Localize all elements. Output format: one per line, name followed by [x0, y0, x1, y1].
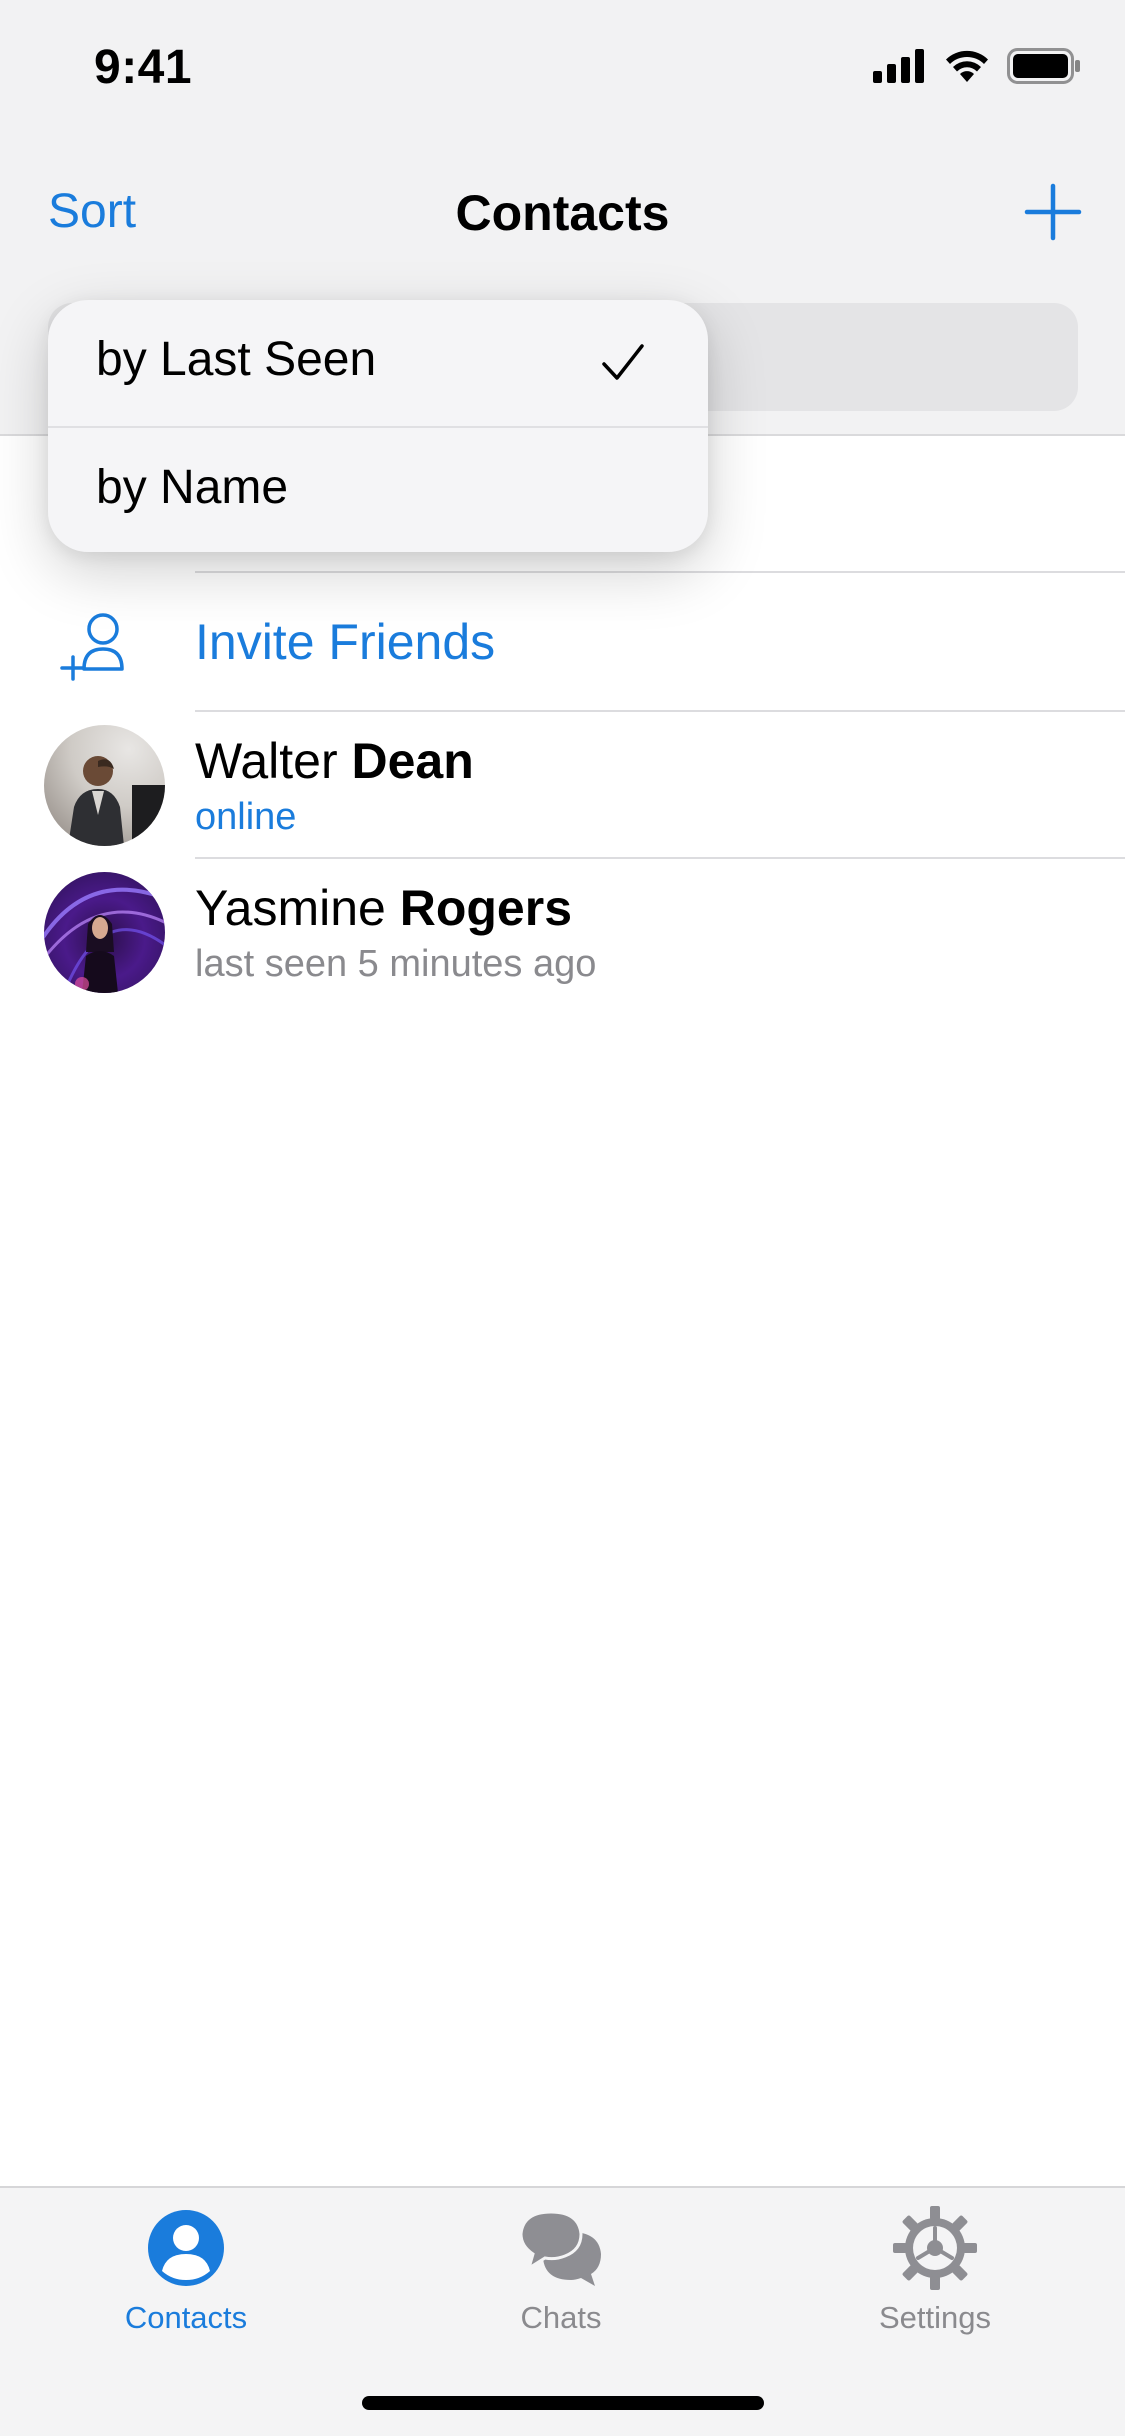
- sort-menu: by Last Seen by Name: [48, 300, 708, 552]
- contact-last-name: Rogers: [399, 880, 572, 936]
- avatar: [44, 872, 165, 993]
- invite-friends-row[interactable]: Invite Friends: [0, 573, 1125, 712]
- plus-icon[interactable]: [1023, 182, 1083, 242]
- tab-settings[interactable]: Settings: [810, 2202, 1060, 2352]
- add-person-icon: [60, 613, 124, 681]
- navigation-bar: Sort Contacts: [0, 160, 1125, 270]
- status-time: 9:41: [94, 41, 193, 94]
- person-circle-icon: [148, 2210, 224, 2286]
- tab-contacts[interactable]: Contacts: [61, 2202, 311, 2352]
- battery-icon: [1007, 48, 1080, 84]
- menu-item-label: by Last Seen: [96, 333, 377, 386]
- menu-item-label: by Name: [96, 461, 289, 514]
- tab-label: Settings: [878, 2300, 991, 2335]
- chat-bubbles-icon: [519, 2210, 601, 2286]
- contact-row-walter-dean[interactable]: Walter Dean online: [0, 712, 1125, 859]
- avatar-photo-icon: [44, 887, 165, 993]
- contact-first-name: Yasmine: [195, 880, 386, 936]
- contact-name: Walter Dean: [195, 732, 474, 790]
- cellular-signal-icon: [873, 49, 924, 83]
- status-bar: 9:41: [0, 0, 1125, 130]
- invite-friends-label: Invite Friends: [195, 614, 496, 670]
- tab-label: Contacts: [124, 2300, 248, 2335]
- avatar: [44, 725, 165, 846]
- contact-row-yasmine-rogers[interactable]: Yasmine Rogers last seen 5 minutes ago: [0, 859, 1125, 1006]
- status-icons: [873, 48, 1081, 84]
- contact-status: last seen 5 minutes ago: [195, 943, 597, 985]
- home-indicator[interactable]: [362, 2396, 764, 2410]
- avatar-photo-icon: [68, 756, 165, 846]
- tab-label: Chats: [520, 2300, 602, 2335]
- contact-first-name: Walter: [195, 733, 338, 789]
- sort-option-name[interactable]: by Name: [48, 426, 708, 552]
- gear-icon: [893, 2206, 977, 2290]
- contact-status: online: [195, 796, 297, 838]
- sort-option-last-seen[interactable]: by Last Seen: [48, 300, 708, 426]
- page-title: Contacts: [455, 185, 670, 241]
- checkmark-icon: [602, 344, 644, 380]
- wifi-icon: [946, 50, 988, 82]
- contact-name: Yasmine Rogers: [195, 879, 572, 937]
- contact-last-name: Dean: [351, 733, 474, 789]
- tab-chats[interactable]: Chats: [436, 2202, 686, 2352]
